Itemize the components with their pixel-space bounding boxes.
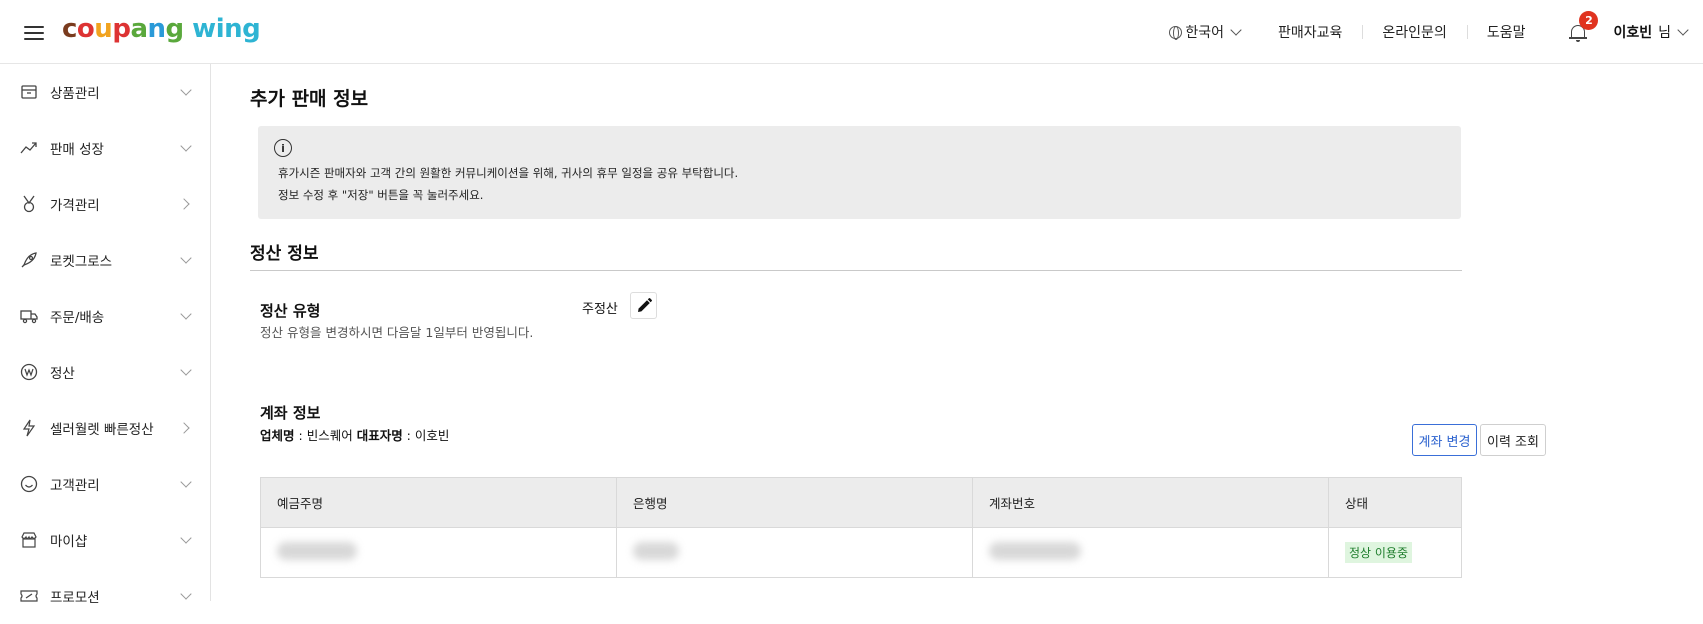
chevron-right-icon: [178, 198, 190, 210]
column-header-bank-name: 은행명: [616, 477, 973, 528]
redacted-value: [989, 541, 1081, 560]
sidebar-item-label: 가격관리: [50, 198, 100, 214]
settlement-type-description: 정산 유형을 변경하시면 다음달 1일부터 반영됩니다.: [260, 325, 534, 340]
sidebar-item-label: 마이샵: [50, 534, 88, 550]
user-suffix: 님: [1658, 25, 1671, 41]
change-account-button[interactable]: 계좌 변경: [1412, 424, 1477, 456]
cell-bank-name: [616, 527, 973, 578]
sidebar-item-label: 주문/배송: [50, 310, 105, 326]
coupang-wing-logo[interactable]: coupang wing: [62, 14, 261, 44]
top-header: coupang wing 한국어 판매자교육 온라인문의 도움말 2 이호빈 님: [0, 0, 1703, 64]
column-header-account-number: 계좌번호: [972, 477, 1329, 528]
chevron-down-icon: [180, 588, 192, 600]
medal-icon: [23, 195, 35, 213]
notice-line-1: 휴가시즌 판매자와 고객 간의 원활한 커뮤니케이션을 위해, 귀사의 휴무 일…: [278, 166, 739, 180]
user-name: 이호빈: [1613, 25, 1653, 41]
user-menu[interactable]: 이호빈 님: [1613, 22, 1689, 42]
settlement-section-title: 정산 정보: [250, 244, 319, 264]
nav-online-inquiry[interactable]: 온라인문의: [1362, 22, 1466, 42]
chevron-down-icon: [180, 532, 192, 544]
column-header-account-holder: 예금주명: [260, 477, 617, 528]
ticket-icon: [20, 590, 38, 602]
pencil-icon: [637, 297, 652, 312]
sidebar-item-label: 정산: [50, 366, 75, 382]
sidebar-item-label: 판매 성장: [50, 142, 104, 158]
sidebar-item-label: 프로모션: [50, 590, 100, 606]
menu-icon[interactable]: [24, 26, 44, 40]
chevron-down-icon: [1677, 24, 1689, 36]
sidebar-item-orders[interactable]: 주문/배송: [0, 288, 210, 344]
chevron-down-icon: [180, 140, 192, 152]
table-row: 정상 이용중: [260, 527, 1462, 578]
won-icon: [20, 363, 38, 381]
representative-label: 대표자명: [356, 428, 403, 443]
info-notice: i 휴가시즌 판매자와 고객 간의 원활한 커뮤니케이션을 위해, 귀사의 휴무…: [258, 126, 1461, 219]
sidebar-item-customers[interactable]: 고객관리: [0, 456, 210, 512]
nav-help[interactable]: 도움말: [1466, 22, 1546, 42]
notification-bell-icon[interactable]: 2: [1567, 11, 1599, 43]
sidebar-item-products[interactable]: 상품관리: [0, 64, 210, 120]
truck-icon: [20, 310, 38, 324]
box-icon: [21, 85, 37, 99]
info-icon: i: [274, 139, 292, 157]
sidebar-item-label: 고객관리: [50, 478, 100, 494]
sidebar-item-label: 로켓그로스: [50, 254, 113, 270]
cell-status: 정상 이용중: [1328, 527, 1462, 578]
company-label: 업체명: [260, 428, 295, 443]
main-content: 추가 판매 정보 i 휴가시즌 판매자와 고객 간의 원활한 커뮤니케이션을 위…: [212, 64, 1703, 601]
sidebar: 상품관리 판매 성장 가격관리 로켓그로스 주문/배송 정산 셀러월렛 빠른정산…: [0, 64, 211, 606]
company-value: 빈스퀘어: [306, 428, 353, 443]
language-selector[interactable]: 한국어: [1169, 22, 1242, 42]
sidebar-item-seller-wallet[interactable]: 셀러월렛 빠른정산: [0, 400, 210, 456]
shop-icon: [21, 532, 37, 548]
globe-icon: [1169, 25, 1183, 40]
history-lookup-button[interactable]: 이력 조회: [1480, 424, 1546, 456]
settlement-type-label: 정산 유형: [260, 302, 321, 320]
sidebar-item-price[interactable]: 가격관리: [0, 176, 210, 232]
sidebar-item-promotion[interactable]: 프로모션: [0, 568, 210, 624]
trend-icon: [20, 142, 37, 154]
chevron-down-icon: [180, 252, 192, 264]
chevron-down-icon: [180, 84, 192, 96]
table-header-row: 예금주명 은행명 계좌번호 상태: [260, 477, 1462, 528]
page-title: 추가 판매 정보: [250, 88, 369, 110]
cell-account-number: [972, 527, 1329, 578]
sidebar-item-my-shop[interactable]: 마이샵: [0, 512, 210, 568]
lightning-icon: [22, 419, 36, 437]
sidebar-item-rocket-growth[interactable]: 로켓그로스: [0, 232, 210, 288]
account-owner-info: 업체명 : 빈스퀘어 대표자명 : 이호빈: [260, 428, 450, 443]
sidebar-item-label: 상품관리: [50, 86, 100, 102]
column-header-status: 상태: [1328, 477, 1462, 528]
chevron-down-icon: [180, 476, 192, 488]
account-section-title: 계좌 정보: [260, 404, 321, 422]
smile-icon: [20, 475, 38, 493]
redacted-value: [633, 541, 679, 560]
chevron-down-icon: [180, 364, 192, 376]
sidebar-item-label: 셀러월렛 빠른정산: [50, 422, 154, 438]
language-label: 한국어: [1185, 25, 1225, 41]
status-badge: 정상 이용중: [1345, 542, 1413, 563]
rocket-icon: [21, 252, 37, 268]
edit-settlement-type-button[interactable]: [630, 292, 657, 319]
chevron-right-icon: [178, 422, 190, 434]
top-nav: 한국어 판매자교육 온라인문의 도움말 2 이호빈 님: [1169, 11, 1703, 44]
notice-line-2: 정보 수정 후 "저장" 버튼을 꼭 눌러주세요.: [278, 188, 484, 202]
sidebar-item-sales-growth[interactable]: 판매 성장: [0, 120, 210, 176]
cell-account-holder: [260, 527, 617, 578]
section-divider: [250, 270, 1462, 271]
redacted-value: [277, 541, 357, 560]
notification-count-badge: 2: [1579, 11, 1599, 30]
account-table: 예금주명 은행명 계좌번호 상태 정상 이용중: [260, 477, 1462, 578]
sidebar-item-settlement[interactable]: 정산: [0, 344, 210, 400]
chevron-down-icon: [1230, 24, 1242, 36]
chevron-down-icon: [180, 308, 192, 320]
settlement-type-value: 주정산: [582, 302, 618, 317]
nav-seller-education[interactable]: 판매자교육: [1258, 22, 1362, 42]
representative-value: 이호빈: [414, 428, 450, 443]
